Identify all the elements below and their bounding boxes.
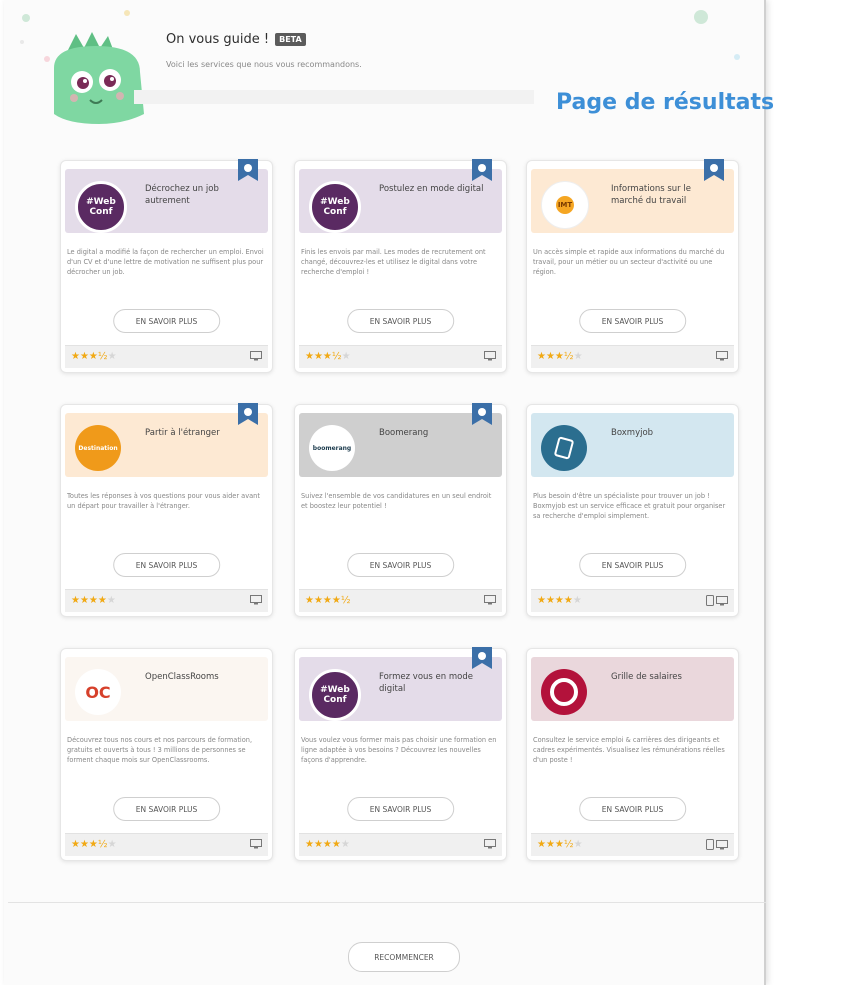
boomerang-logo: boomerang	[309, 425, 355, 471]
service-card[interactable]: #Web Conf Postulez en mode digital Finis…	[294, 159, 507, 373]
rating-stars: ★★★½★	[537, 351, 583, 362]
learn-more-button[interactable]: EN SAVOIR PLUS	[578, 797, 687, 821]
service-card[interactable]: IMT Informations sur le marché du travai…	[526, 159, 739, 373]
card-description: Toutes les réponses à vos questions pour…	[67, 492, 260, 510]
page-label: Page de résultats	[556, 90, 775, 115]
service-card[interactable]: Boxmyjob Plus besoin d'être un spécialis…	[526, 404, 739, 617]
desktop-icon	[484, 595, 496, 605]
mascot-illustration	[54, 32, 144, 124]
learn-more-button[interactable]: EN SAVOIR PLUS	[346, 797, 455, 821]
learn-more-button[interactable]: EN SAVOIR PLUS	[578, 309, 687, 333]
beta-badge: BETA	[275, 33, 306, 46]
card-title: Informations sur le marché du travail	[611, 184, 691, 206]
learn-more-button[interactable]: EN SAVOIR PLUS	[346, 553, 455, 577]
service-card[interactable]: Grille de salaires Consultez le service …	[526, 648, 739, 861]
decor-dot	[694, 10, 708, 24]
card-description: Vous voulez vous former mais pas choisir…	[301, 736, 497, 764]
bookmark-icon	[472, 159, 492, 181]
desktop-icon	[716, 351, 728, 361]
desktop-icon	[250, 595, 262, 605]
learn-more-button[interactable]: EN SAVOIR PLUS	[112, 797, 221, 821]
card-footer: ★★★½★	[65, 833, 268, 856]
boxmyjob-logo	[541, 425, 587, 471]
learn-more-button[interactable]: EN SAVOIR PLUS	[112, 553, 221, 577]
salary-grid-logo	[541, 669, 587, 715]
openclassrooms-logo: OC	[75, 669, 121, 715]
service-card[interactable]: boomerang Boomerang Suivez l'ensemble de…	[294, 403, 507, 617]
bookmark-icon	[704, 159, 724, 181]
card-title: Grille de salaires	[611, 672, 682, 682]
service-card[interactable]: #Web Conf Décrochez un job autrement Le …	[60, 159, 273, 373]
page-frame: On vous guide ! BETA Voici les services …	[4, 0, 766, 985]
learn-more-button[interactable]: EN SAVOIR PLUS	[112, 309, 221, 333]
webconf-logo: #Web Conf	[309, 669, 361, 721]
learn-more-button[interactable]: EN SAVOIR PLUS	[578, 553, 687, 577]
webconf-logo: #Web Conf	[309, 181, 361, 233]
destination-logo: Destination	[75, 425, 121, 471]
page-title: On vous guide !	[166, 32, 270, 47]
card-footer: ★★★★★	[531, 589, 734, 612]
card-title: Boxmyjob	[611, 428, 654, 438]
card-footer: ★★★½★	[531, 833, 734, 856]
service-card[interactable]: Destination Partir à l'étranger Toutes l…	[60, 403, 273, 617]
bookmark-icon	[472, 647, 492, 669]
rating-stars: ★★★★★	[71, 595, 116, 606]
card-title: OpenClassRooms	[145, 672, 219, 682]
decor-dot	[124, 10, 130, 16]
card-title: Décrochez un job autrement	[145, 184, 219, 206]
rating-stars: ★★★★★	[537, 595, 582, 606]
decor-dot	[734, 54, 740, 60]
restart-button[interactable]: RECOMMENCER	[348, 942, 460, 972]
desktop-icon	[250, 839, 262, 849]
card-description: Un accès simple et rapide aux informatio…	[533, 248, 725, 276]
card-description: Découvrez tous nos cours et nos parcours…	[67, 736, 253, 764]
mobile-desktop-icon	[706, 839, 728, 850]
card-footer: ★★★★½	[299, 589, 502, 612]
card-description: Consultez le service emploi & carrières …	[533, 736, 725, 764]
header-divider	[134, 90, 534, 104]
desktop-icon	[250, 351, 262, 361]
card-description: Le digital a modifié la façon de recherc…	[67, 248, 264, 276]
rating-stars: ★★★★★	[305, 839, 350, 850]
learn-more-button[interactable]: EN SAVOIR PLUS	[346, 309, 455, 333]
footer-divider	[8, 902, 766, 903]
card-title: Partir à l'étranger	[145, 428, 220, 438]
card-footer: ★★★½★	[299, 345, 502, 368]
desktop-icon	[484, 351, 496, 361]
service-card[interactable]: OC OpenClassRooms Découvrez tous nos cou…	[60, 648, 273, 861]
rating-stars: ★★★½★	[71, 351, 117, 362]
imt-logo: IMT	[541, 181, 589, 229]
card-footer: ★★★½★	[65, 345, 268, 368]
service-card[interactable]: #Web Conf Formez vous en mode digital Vo…	[294, 647, 507, 861]
rating-stars: ★★★½★	[537, 839, 583, 850]
card-description: Finis les envois par mail. Les modes de …	[301, 248, 486, 276]
bookmark-icon	[238, 159, 258, 181]
card-description: Suivez l'ensemble de vos candidatures en…	[301, 492, 492, 510]
decor-dot	[20, 40, 24, 44]
card-description: Plus besoin d'être un spécialiste pour t…	[533, 492, 726, 520]
header-title-row: On vous guide ! BETA	[166, 32, 306, 47]
bookmark-icon	[472, 403, 492, 425]
desktop-icon	[484, 839, 496, 849]
rating-stars: ★★★½★	[71, 839, 117, 850]
page-subtitle: Voici les services que nous vous recomma…	[166, 60, 362, 69]
card-title: Formez vous en mode digital	[379, 672, 473, 694]
webconf-logo: #Web Conf	[75, 181, 127, 233]
rating-stars: ★★★★½	[305, 595, 351, 606]
mobile-desktop-icon	[706, 595, 728, 606]
card-title: Boomerang	[379, 428, 429, 438]
decor-dot	[22, 14, 30, 22]
card-title: Postulez en mode digital	[379, 184, 484, 194]
rating-stars: ★★★½★	[305, 351, 351, 362]
card-footer: ★★★★★	[65, 589, 268, 612]
card-footer: ★★★★★	[299, 833, 502, 856]
bookmark-icon	[238, 403, 258, 425]
card-footer: ★★★½★	[531, 345, 734, 368]
